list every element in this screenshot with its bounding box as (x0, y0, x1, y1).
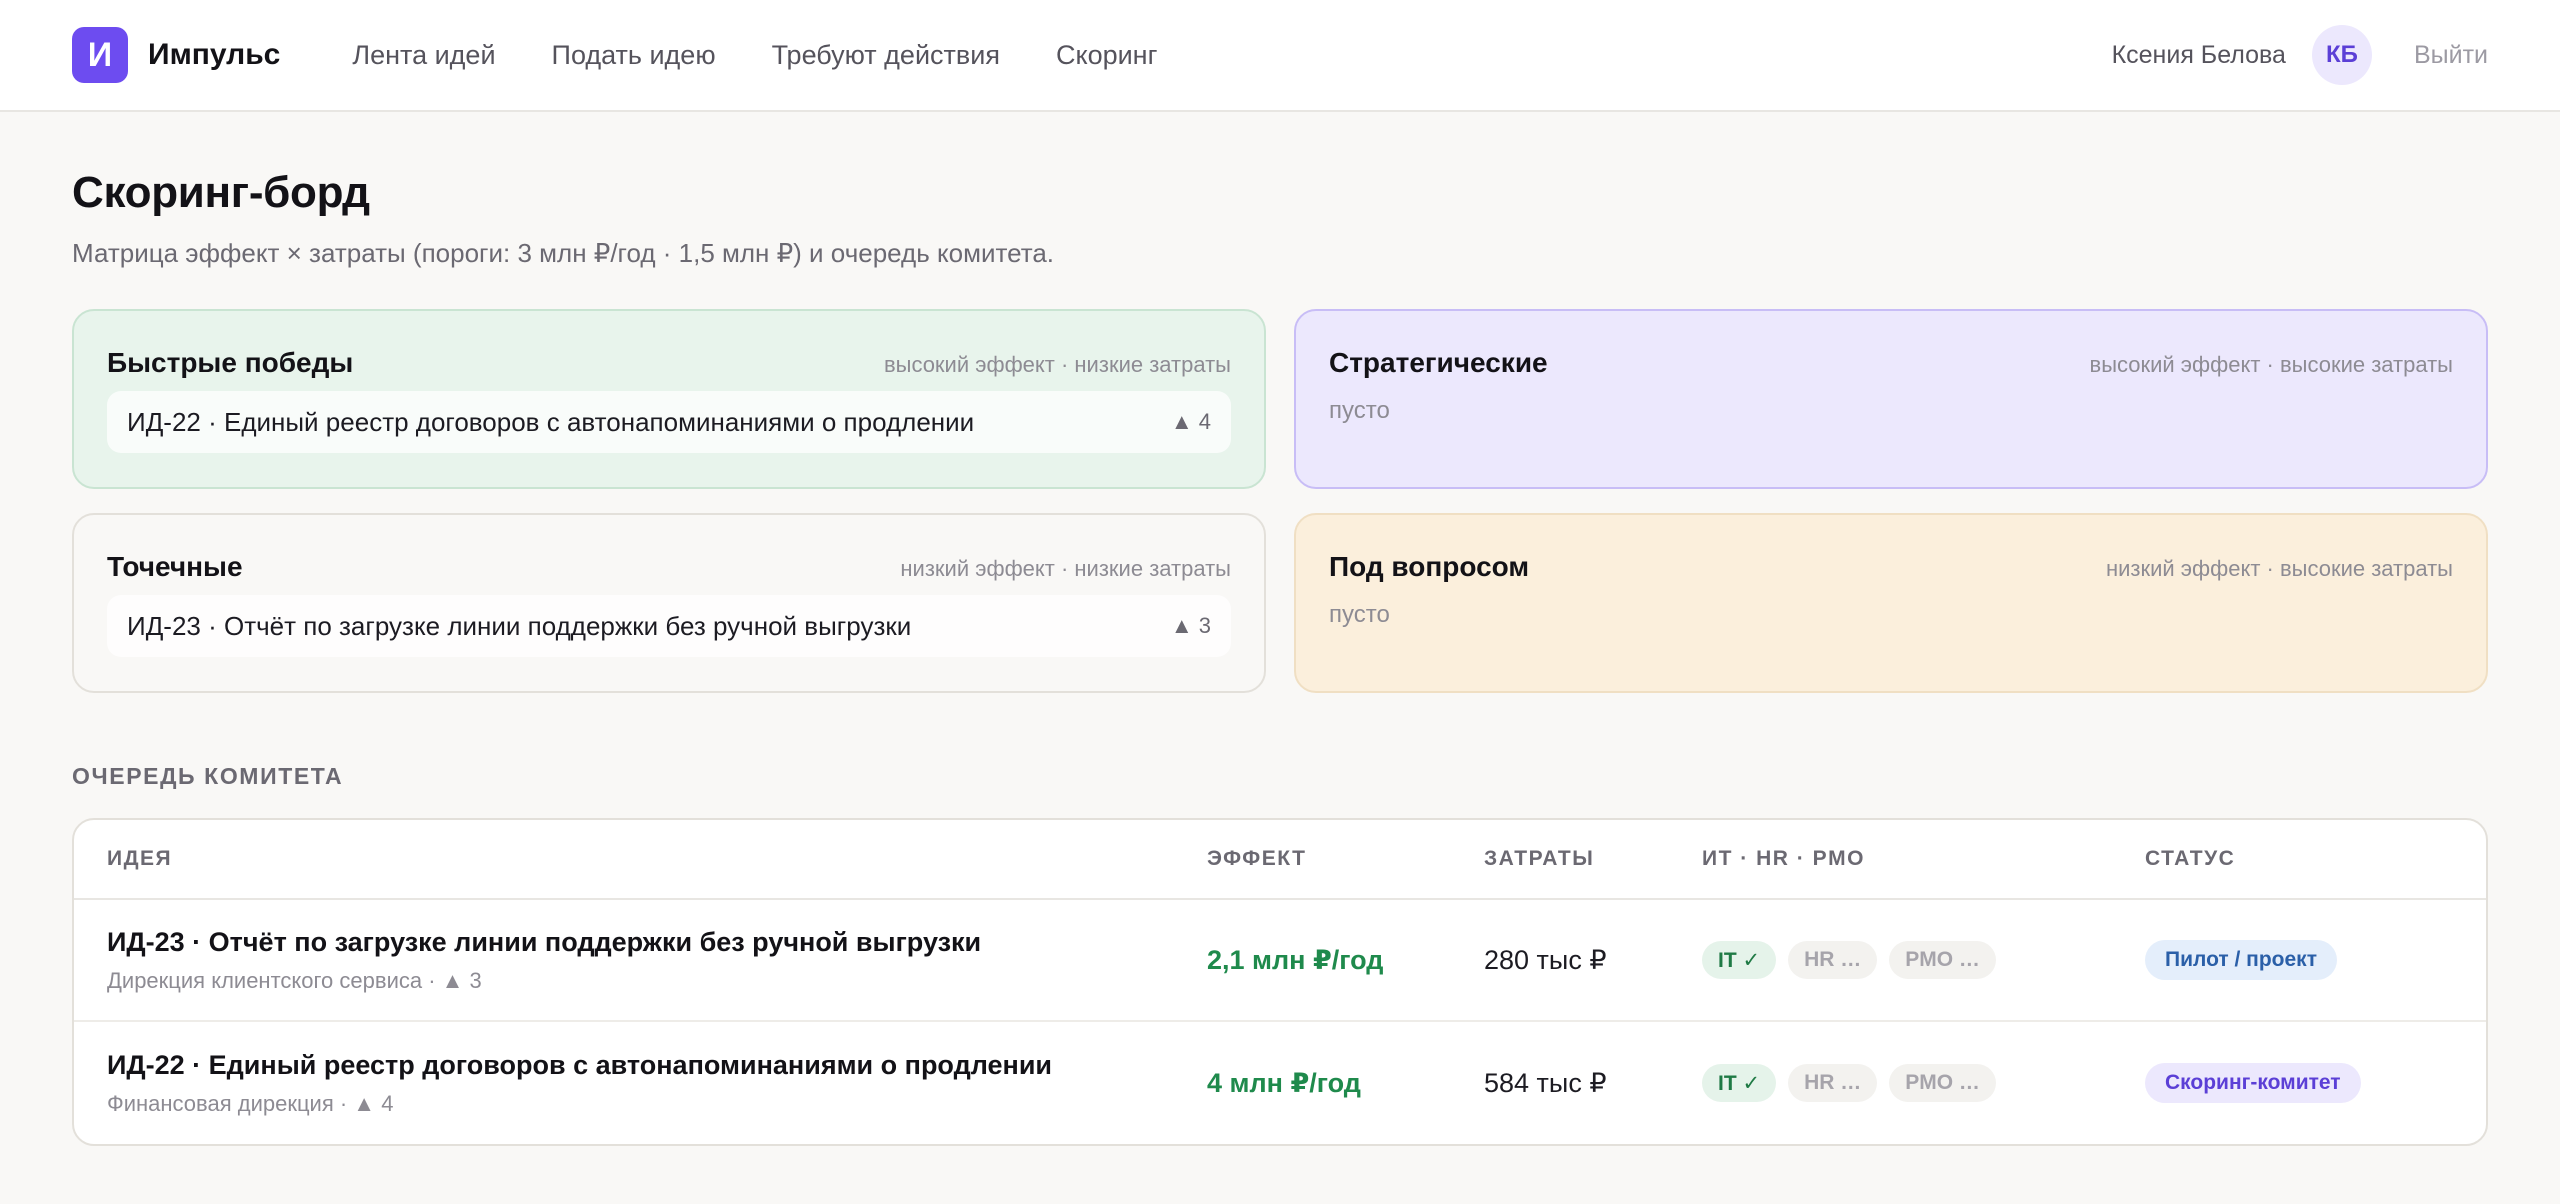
brand-name[interactable]: Импульс (148, 38, 280, 72)
page-title: Скоринг-борд (72, 168, 370, 217)
effect-cost-matrix: Быстрые победы высокий эффект · низкие з… (72, 309, 2488, 693)
idea-title[interactable]: ИД-22 · Единый реестр договоров с автона… (107, 1050, 1207, 1081)
committee-queue-table: ИДЕЯ ЭФФЕКТ ЗАТРАТЫ ИТ · HR · PMO СТАТУС… (72, 818, 2488, 1146)
avatar[interactable]: КБ (2311, 25, 2372, 85)
quadrant-idea-card[interactable]: ИД-23 · Отчёт по загрузке линии поддержк… (107, 595, 1231, 657)
quadrant-title: Быстрые победы (107, 347, 354, 378)
quadrant-title: Под вопросом (1329, 551, 1530, 582)
review-pmo-badge: PMO … (1889, 1064, 1996, 1102)
nav-submit-idea[interactable]: Подать идею (552, 40, 716, 71)
nav-scoring[interactable]: Скоринг (1056, 40, 1158, 71)
quadrant-title: Стратегические (1329, 347, 1548, 378)
app-logo[interactable]: И (72, 27, 128, 83)
quadrant-empty-text: пусто (1329, 397, 1390, 424)
main-nav: Лента идей Подать идею Требуют действия … (352, 40, 1213, 71)
quadrant-empty-text: пусто (1329, 601, 1390, 628)
quadrant-hint: низкий эффект · низкие затраты (900, 556, 1231, 581)
quadrant-strategic: Стратегические высокий эффект · высокие … (1294, 309, 2488, 489)
user-area: Ксения Белова КБ Выйти (2112, 25, 2488, 85)
logout-button[interactable]: Выйти (2414, 41, 2488, 70)
user-name: Ксения Белова (2111, 40, 2286, 69)
quadrant-quick-wins: Быстрые победы высокий эффект · низкие з… (72, 309, 1266, 489)
review-pmo-badge: PMO … (1889, 941, 1996, 979)
cost-value: 584 тыс ₽ (1484, 1067, 1607, 1098)
review-hr-badge: HR … (1788, 1064, 1878, 1102)
idea-card-votes: ▲ 4 (1170, 409, 1211, 434)
review-it-badge: IT ✓ (1702, 941, 1777, 979)
status-badge: Скоринг-комитет (2145, 1063, 2361, 1103)
effect-value: 4 млн ₽/год (1207, 1067, 1361, 1098)
idea-meta: Дирекция клиентского сервиса · ▲ 3 (107, 967, 482, 993)
review-it-badge: IT ✓ (1702, 1064, 1777, 1102)
table-header: ИДЕЯ ЭФФЕКТ ЗАТРАТЫ ИТ · HR · PMO СТАТУС (74, 820, 2486, 900)
cost-value: 280 тыс ₽ (1484, 944, 1607, 975)
idea-card-title: ИД-22 · Единый реестр договоров с автона… (127, 406, 975, 437)
page-subtitle: Матрица эффект × затраты (пороги: 3 млн … (72, 238, 1055, 268)
idea-meta: Финансовая дирекция · ▲ 4 (107, 1090, 394, 1116)
idea-card-votes: ▲ 3 (1170, 613, 1211, 638)
idea-title[interactable]: ИД-23 · Отчёт по загрузке линии поддержк… (107, 927, 1207, 958)
nav-action-required[interactable]: Требуют действия (772, 40, 1000, 71)
main-content: Скоринг-борд Матрица эффект × затраты (п… (0, 168, 2560, 1146)
quadrant-idea-card[interactable]: ИД-22 · Единый реестр договоров с автона… (107, 391, 1231, 453)
effect-value: 2,1 млн ₽/год (1207, 944, 1384, 975)
quadrant-hint: высокий эффект · низкие затраты (883, 352, 1231, 377)
committee-queue-heading: ОЧЕРЕДЬ КОМИТЕТА (72, 763, 344, 789)
column-header-cost: ЗАТРАТЫ (1484, 847, 1595, 870)
quadrant-point: Точечные низкий эффект · низкие затраты … (72, 513, 1266, 693)
nav-ideas-feed[interactable]: Лента идей (352, 40, 495, 71)
quadrant-questionable: Под вопросом низкий эффект · высокие зат… (1294, 513, 2488, 693)
column-header-review: ИТ · HR · PMO (1702, 847, 1865, 870)
column-header-idea: ИДЕЯ (107, 847, 173, 870)
quadrant-hint: низкий эффект · высокие затраты (2105, 556, 2453, 581)
column-header-effect: ЭФФЕКТ (1207, 847, 1307, 870)
quadrant-hint: высокий эффект · высокие затраты (2089, 352, 2454, 377)
idea-card-title: ИД-23 · Отчёт по загрузке линии поддержк… (127, 610, 912, 641)
quadrant-title: Точечные (107, 551, 243, 582)
table-row[interactable]: ИД-22 · Единый реестр договоров с автона… (74, 1022, 2486, 1144)
top-bar: И Импульс Лента идей Подать идею Требуют… (0, 0, 2560, 112)
status-badge: Пилот / проект (2145, 940, 2337, 980)
column-header-status: СТАТУС (2145, 847, 2236, 870)
review-hr-badge: HR … (1788, 941, 1878, 979)
table-row[interactable]: ИД-23 · Отчёт по загрузке линии поддержк… (74, 900, 2486, 1022)
